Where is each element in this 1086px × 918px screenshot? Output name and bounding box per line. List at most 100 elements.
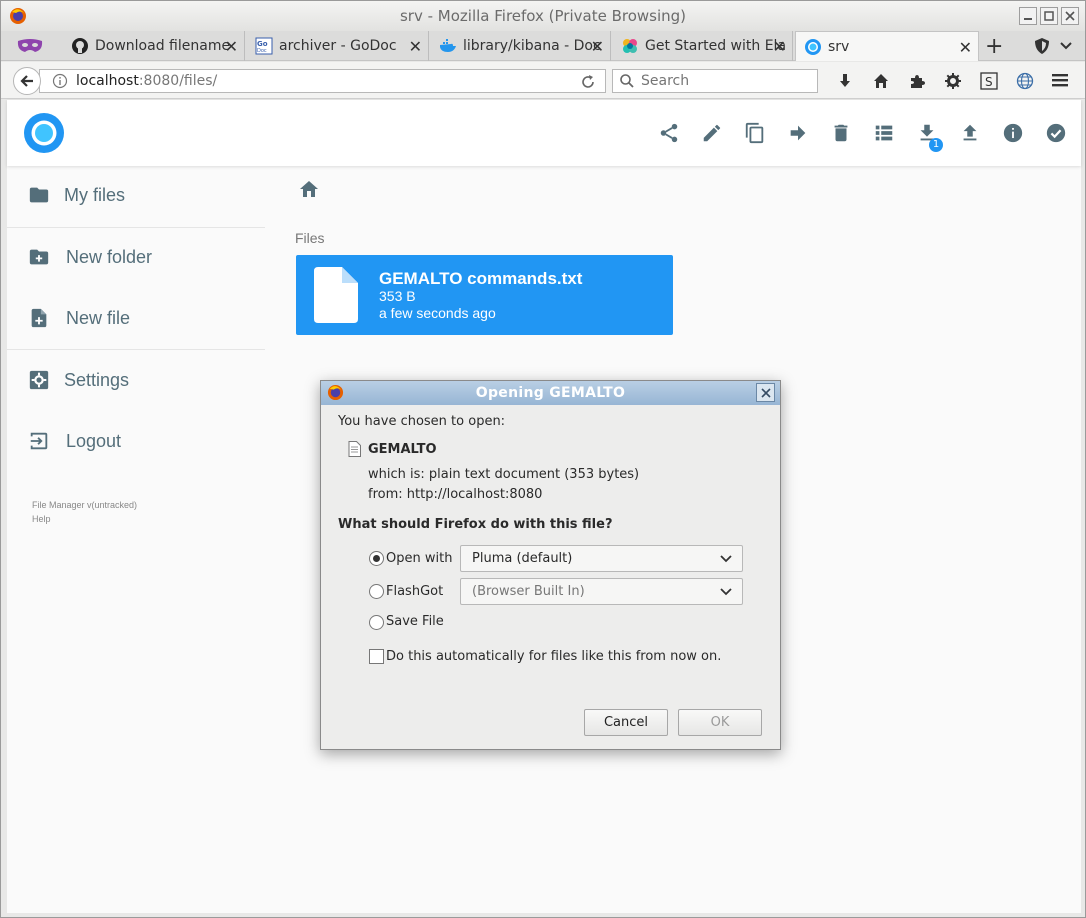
save-file-radio[interactable] [369,615,384,630]
save-file-label[interactable]: Save File [386,614,444,629]
firefox-icon [327,384,344,401]
copy-button[interactable] [733,112,776,154]
close-icon [760,387,771,398]
auto-action-label[interactable]: Do this automatically for files like thi… [386,649,721,664]
file-item[interactable]: GEMALTO commands.txt 353 B a few seconds… [296,255,673,335]
chevron-down-icon [720,555,732,563]
search-icon [620,74,634,88]
dialog-file-type: which is: plain text document (353 bytes… [368,467,640,482]
sidebar-item-my-files[interactable]: My files [7,171,265,219]
tab-label: Get Started with Ela [645,38,787,54]
tab-library-kibana[interactable]: library/kibana - Doc ✕ [431,31,611,61]
download-button[interactable]: 1 [905,112,948,154]
chevron-down-icon[interactable] [1059,37,1073,55]
view-mode-button[interactable] [862,112,905,154]
tab-close-icon[interactable]: ✕ [591,37,604,56]
breadcrumb-home-icon[interactable] [299,180,319,198]
dialog-file-source: from: http://localhost:8080 [368,487,543,502]
search-input[interactable] [641,73,811,89]
tab-close-icon[interactable]: ✕ [959,38,972,57]
dialog-title-bar: Opening GEMALTO [321,381,780,405]
share-button[interactable] [647,112,690,154]
back-button[interactable] [13,67,41,95]
chevron-down-icon [720,588,732,596]
dialog-title: Opening GEMALTO [475,385,626,401]
tab-label: srv [828,38,850,55]
language-button[interactable] [1007,70,1043,92]
open-with-label[interactable]: Open with [386,551,452,566]
new-tab-button[interactable]: + [985,34,1003,59]
tab-srv[interactable]: srv ✕ [795,31,979,61]
url-bar[interactable]: localhost:8080/files/ [39,69,606,93]
arrow-right-icon [790,125,805,141]
select-multiple-button[interactable] [1034,112,1077,154]
folder-icon [29,187,49,203]
tab-label: archiver - GoDoc [279,38,397,54]
tab-archiver-godoc[interactable]: Go Doc archiver - GoDoc ✕ [247,31,429,61]
sidebar-divider [7,227,265,228]
logout-icon [30,432,48,450]
tab-download-filename[interactable]: Download filename ✕ [63,31,245,61]
home-button[interactable] [863,70,899,92]
tab-close-icon[interactable]: ✕ [409,37,422,56]
elastic-icon [623,39,637,53]
cancel-button[interactable]: Cancel [584,709,668,736]
download-arrow-icon [840,74,850,87]
info-icon[interactable] [52,73,68,89]
delete-button[interactable] [819,112,862,154]
file-name: GEMALTO commands.txt [379,269,583,288]
gear-icon [945,73,961,89]
info-button[interactable] [991,112,1034,154]
globe-icon [1016,72,1034,90]
menu-icon[interactable] [1050,71,1070,89]
downloads-button[interactable] [827,70,863,92]
sidebar-item-logout[interactable]: Logout [7,417,265,465]
open-with-radio[interactable] [369,551,384,566]
tab-close-icon[interactable]: ✕ [773,37,786,56]
tab-close-icon[interactable]: ✕ [225,37,238,56]
upload-icon [963,124,976,141]
dialog-question: What should Firefox do with this file? [338,517,613,532]
move-button[interactable] [776,112,819,154]
upload-button[interactable] [948,112,991,154]
close-window-button[interactable] [1061,7,1079,25]
app-logo[interactable] [24,113,64,153]
flashgot-label[interactable]: FlashGot [386,584,443,599]
tab-bar: Download filename ✕ Go Doc archiver - GoD… [1,31,1085,61]
flashgot-select[interactable]: (Browser Built In) [460,578,743,605]
share-icon [660,123,677,143]
search-bar[interactable] [612,69,818,93]
text-file-icon [348,441,361,457]
sidebar-item-new-file[interactable]: New file [7,294,265,342]
sidebar-item-settings[interactable]: Settings [7,356,265,404]
reload-icon[interactable] [579,73,597,91]
help-link[interactable]: Help [32,514,51,524]
trash-icon [834,124,847,142]
dialog-close-button[interactable] [756,383,775,402]
minimize-button[interactable] [1019,7,1037,25]
flashgot-radio[interactable] [369,584,384,599]
addons-button[interactable] [899,70,935,92]
version-text: File Manager v(untracked) [32,500,138,510]
shield-icon[interactable] [1033,37,1051,55]
home-icon [874,74,888,88]
open-with-select[interactable]: Pluma (default) [460,545,743,572]
pencil-icon [703,124,720,142]
maximize-button[interactable] [1040,7,1058,25]
dialog-filename: GEMALTO [368,442,437,457]
dialog-body: You have chosen to open: GEMALTO which i… [321,405,780,749]
svg-text:S: S [985,75,993,89]
sidebar-item-new-folder[interactable]: New folder [7,233,265,281]
tab-get-started-elastic[interactable]: Get Started with Ela ✕ [613,31,793,61]
preferences-button[interactable] [935,70,971,92]
auto-action-checkbox[interactable] [369,649,384,664]
file-icon [314,267,358,323]
srv-icon [805,38,821,55]
ok-button[interactable]: OK [678,709,762,736]
sidebar-item-label: My files [64,184,126,205]
godoc-icon: GoDoc [255,37,273,55]
sidebar-item-label: Settings [64,369,130,390]
maximize-icon [1044,11,1054,21]
screenshot-button[interactable]: S [971,70,1007,92]
rename-button[interactable] [690,112,733,154]
